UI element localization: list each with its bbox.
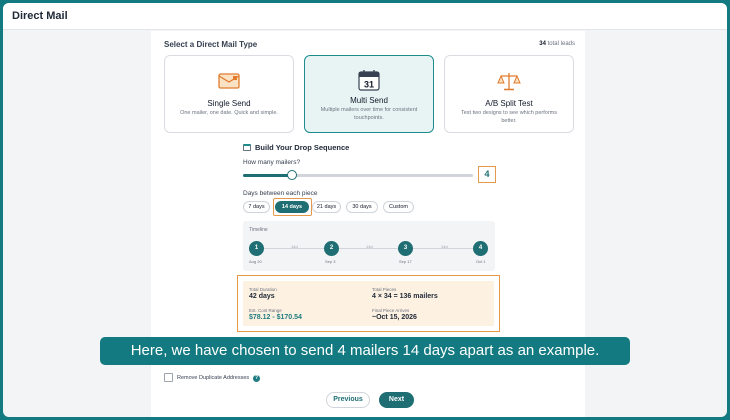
timeline-date: Sep 17 <box>399 259 412 264</box>
day-option-21[interactable]: 21 days <box>312 201 341 213</box>
mail-type-card-single-send[interactable]: Single Send One mailer, one date. Quick … <box>164 55 294 133</box>
final-piece-value: ~Oct 15, 2026 <box>372 314 417 321</box>
total-pieces-label: Total Pieces <box>372 287 397 292</box>
drop-sequence-title-text: Build Your Drop Sequence <box>255 143 350 152</box>
calendar-icon <box>243 144 251 151</box>
selection-highlight <box>273 198 312 216</box>
total-duration-label: Total Duration <box>249 287 277 292</box>
timeline-node: 4 <box>473 241 488 256</box>
final-piece-label: Final Piece Arrives <box>372 308 410 313</box>
card-title: A/B Split Test <box>485 99 533 108</box>
page-title: Direct Mail <box>12 10 68 22</box>
cost-range-value: $78.12 - $170.54 <box>249 314 302 321</box>
mailers-slider-fill <box>243 174 292 177</box>
envelope-icon <box>218 73 240 89</box>
total-duration-value: 42 days <box>249 293 275 300</box>
timeline-date: Aug 20 <box>249 259 262 264</box>
day-option-custom[interactable]: Custom <box>383 201 414 213</box>
mail-type-card-multi-send[interactable]: 31 Multi Send Multiple mailers over time… <box>304 55 434 133</box>
mailers-question: How many mailers? <box>243 159 301 166</box>
remove-duplicates-label: Remove Duplicate Addresses <box>177 375 250 381</box>
next-button[interactable]: Next <box>379 392 414 408</box>
timeline-node: 3 <box>398 241 413 256</box>
mail-type-heading: Select a Direct Mail Type <box>164 40 258 49</box>
timeline-gap: 14d <box>366 244 373 249</box>
total-pieces-value: 4 × 34 = 136 mailers <box>372 293 438 300</box>
card-description: Multiple mailers over time for consisten… <box>320 107 418 121</box>
day-option-30[interactable]: 30 days <box>346 201 378 213</box>
scale-icon <box>497 73 521 91</box>
card-title: Multi Send <box>350 96 388 105</box>
info-icon[interactable]: ? <box>253 375 260 382</box>
timeline-gap: 14d <box>291 244 298 249</box>
top-bar: Direct Mail <box>3 3 727 30</box>
timeline-date: Sep 3 <box>325 259 336 264</box>
drop-sequence-title: Build Your Drop Sequence <box>243 143 349 152</box>
lead-count: 34 total leads <box>539 41 575 47</box>
lead-count-value: 34 <box>539 41 546 47</box>
lead-count-suffix: total leads <box>545 41 575 47</box>
card-description: One mailer, one date. Quick and simple. <box>180 110 278 116</box>
mailers-count-value: 4 <box>478 166 496 183</box>
day-option-7[interactable]: 7 days <box>243 201 270 213</box>
timeline-label: Timeline <box>249 227 268 233</box>
mailers-slider-handle[interactable] <box>287 170 297 180</box>
card-title: Single Send <box>207 99 251 108</box>
previous-button[interactable]: Previous <box>326 392 370 408</box>
timeline-gap: 14d <box>441 244 448 249</box>
mail-type-card-ab-split-test[interactable]: A/B Split Test Test two designs to see w… <box>444 55 574 133</box>
tutorial-caption: Here, we have chosen to send 4 mailers 1… <box>100 337 630 365</box>
calendar-icon: 31 <box>358 70 380 91</box>
cost-range-label: Est. Cost Range <box>249 308 282 313</box>
timeline-node: 1 <box>249 241 264 256</box>
remove-duplicates-checkbox[interactable] <box>164 373 173 382</box>
calendar-day: 31 <box>364 80 374 90</box>
timeline-date: Oct 1 <box>476 259 486 264</box>
timeline-node: 2 <box>324 241 339 256</box>
days-between-question: Days between each piece <box>243 190 318 197</box>
card-description: Test two designs to see which performs b… <box>461 110 557 124</box>
summary-panel: Total Duration 42 days Total Pieces 4 × … <box>243 281 494 326</box>
